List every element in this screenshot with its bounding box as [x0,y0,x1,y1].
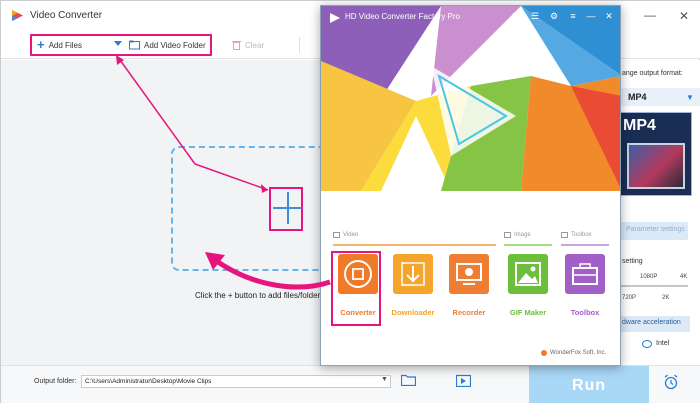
converter-highlight [331,251,381,326]
launcher-minimize-icon[interactable]: — [585,10,597,22]
image-section-line [504,244,552,246]
cart-icon[interactable]: ☰ [529,10,541,22]
section-video-label: Video [343,232,359,238]
tool-gif-maker[interactable]: GIF Maker [505,254,551,318]
change-format-label: ange output format: [622,70,683,77]
chevron-down-icon: ▼ [686,93,694,102]
toolbox-case-icon [565,254,605,294]
output-folder-label: Output folder: [34,378,77,385]
video-section-icon [333,232,340,238]
alarm-clock-icon[interactable] [663,374,679,390]
drop-hint-text: Click the + button to add files/folder,o [195,291,327,300]
tool-downloader-label: Downloader [391,308,435,317]
launcher-close-icon[interactable]: ✕ [603,10,615,22]
clear-label: Clear [245,40,265,50]
plus-icon-horizontal [273,207,302,209]
quality-tick-2k: 2K [662,295,670,301]
tool-downloader[interactable]: Downloader [390,254,436,318]
tool-recorder[interactable]: Recorder [446,254,492,318]
minimize-icon[interactable]: — [643,9,657,23]
tool-toolbox[interactable]: Toolbox [562,254,608,318]
intel-label: Intel [656,340,670,347]
quality-setting-label: setting [622,258,643,265]
key-icon[interactable]: ⚲ [509,10,521,22]
download-arrow-icon [393,254,433,294]
right-panel: ange output format: MP4 ▼ MP4 Parameter … [619,60,700,365]
output-folder-field[interactable]: C:\Users\Administrator\Desktop\Movie Cli… [81,375,391,388]
section-toolbox: Toolbox [561,232,592,238]
launcher-title: HD Video Converter Factory Pro [345,12,461,21]
format-thumbnail[interactable]: MP4 [620,112,692,196]
output-folder-dropdown-icon[interactable]: ▼ [379,376,390,387]
format-thumbnail-label: MP4 [623,117,656,134]
toolbox-section-icon [561,232,568,238]
window-title: Video Converter [30,10,103,21]
add-file-plus-button[interactable] [269,187,303,231]
format-value: MP4 [628,92,647,102]
run-button[interactable]: Run [529,366,649,403]
quality-slider[interactable] [620,285,688,287]
menu-icon[interactable]: ≡ [567,10,579,22]
close-icon[interactable]: ✕ [677,9,691,23]
launcher-banner [321,6,620,212]
film-strip-icon [627,143,685,189]
intel-checkbox[interactable] [642,340,652,348]
launcher-footer-text: WonderFox Soft, Inc. [550,350,607,356]
toolbar-divider [299,37,300,53]
clear-button[interactable]: Clear [232,38,264,52]
quality-tick-1080p: 1080P [640,274,658,280]
toolbox-section-line [561,244,609,246]
screen-record-icon [449,254,489,294]
tool-recorder-label: Recorder [452,308,486,317]
trash-icon [232,41,241,50]
quality-tick-720p: 720P [622,295,637,301]
image-landscape-icon [508,254,548,294]
bottom-bar: Output folder: C:\Users\Administrator\De… [1,365,700,403]
preview-folder-icon[interactable] [456,374,471,387]
format-selector[interactable]: MP4 ▼ [620,88,700,106]
section-image: Image [504,232,531,238]
open-folder-icon[interactable] [401,374,416,386]
tool-toolbox-label: Toolbox [570,308,600,317]
app-logo-icon [12,10,23,21]
wonderfox-logo-icon [541,350,547,356]
add-files-highlight [30,34,212,56]
launcher-footer: WonderFox Soft, Inc. [541,350,606,356]
video-section-line [333,244,496,246]
section-video: Video [333,232,358,238]
launcher-logo-icon [330,13,340,23]
gear-icon[interactable]: ⚙ [548,10,560,22]
section-toolbox-label: Toolbox [571,232,592,238]
parameter-settings-button[interactable]: Parameter settings [620,222,688,240]
tool-gif-maker-label: GIF Maker [509,308,547,317]
image-section-icon [504,232,511,238]
section-image-label: Image [514,232,531,238]
drop-zone[interactable] [171,146,331,271]
quality-tick-4k: 4K [680,274,688,280]
hardware-acceleration-label: dware acceleration [620,316,690,332]
